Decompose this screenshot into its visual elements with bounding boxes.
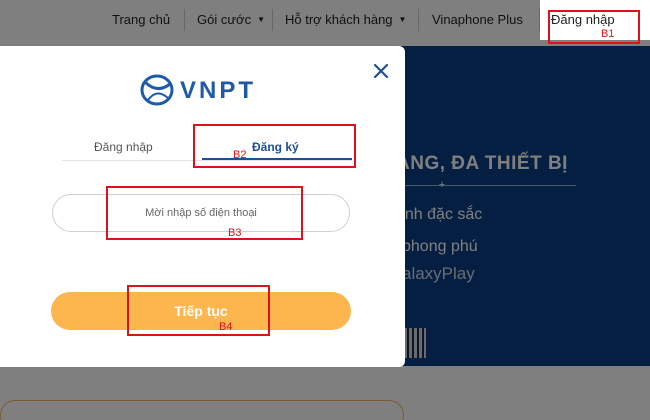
vnpt-logo-text: VNPT <box>180 77 257 104</box>
annotation-box-b2 <box>193 124 356 168</box>
close-icon <box>373 63 389 79</box>
annotation-label-b3: B3 <box>228 227 242 239</box>
annotation-box-b1 <box>548 10 640 44</box>
vnpt-logo-icon <box>140 74 174 106</box>
annotation-box-b4 <box>127 285 270 336</box>
tab-login[interactable]: Đăng nhập <box>94 140 153 154</box>
annotation-box-b3 <box>106 186 303 240</box>
annotation-label-b4: B4 <box>219 321 233 333</box>
annotation-label-b2: B2 <box>233 149 247 161</box>
close-button[interactable] <box>370 60 392 82</box>
annotation-label-b1: B1 <box>601 28 615 40</box>
